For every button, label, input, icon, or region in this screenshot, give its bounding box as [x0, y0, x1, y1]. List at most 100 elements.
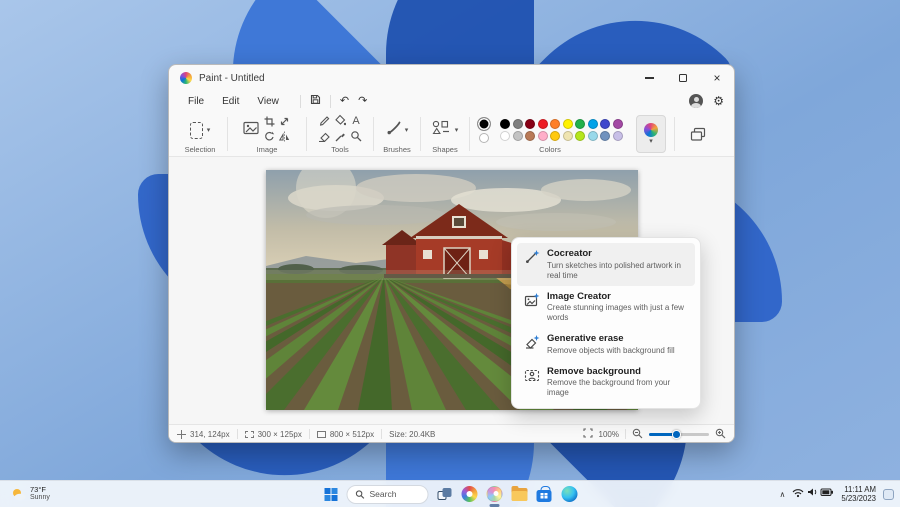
save-button[interactable] — [310, 94, 321, 108]
edge-icon — [561, 486, 577, 502]
shapes-group: ▾ Shapes — [425, 113, 465, 155]
copilot-dropdown-menu: Cocreator Turn sketches into polished ar… — [511, 237, 701, 409]
divider — [420, 117, 421, 151]
shapes-icon[interactable] — [432, 120, 451, 140]
color-swatch[interactable] — [612, 118, 623, 129]
color-swatch[interactable] — [575, 131, 586, 142]
divider — [299, 94, 301, 108]
color-swatch[interactable] — [575, 118, 586, 129]
folder-icon — [511, 485, 527, 501]
brushes-group: ▾ Brushes — [378, 113, 416, 155]
menu-view[interactable]: View — [248, 94, 288, 109]
paint-logo-icon — [180, 72, 192, 84]
color-swatch[interactable] — [537, 131, 548, 142]
color-swatch[interactable] — [612, 131, 623, 142]
color-swatch[interactable] — [500, 118, 511, 129]
zoom-out-button[interactable] — [632, 428, 643, 441]
brush-icon[interactable] — [386, 120, 401, 140]
color-swatch[interactable] — [587, 131, 598, 142]
weather-condition: Sunny — [30, 494, 50, 502]
fit-to-screen-icon[interactable] — [582, 428, 593, 440]
layers-button[interactable] — [685, 115, 711, 153]
divider — [236, 429, 238, 439]
close-button[interactable]: × — [700, 65, 734, 91]
menu-item-image-creator[interactable]: Image Creator Create stunning images wit… — [517, 286, 695, 329]
zoom-slider[interactable] — [649, 428, 709, 440]
microsoft-store-button[interactable] — [535, 485, 554, 504]
statusbar: 314, 124px 300 × 125px 800 × 512px Size:… — [169, 424, 734, 442]
color-swatch[interactable] — [600, 131, 611, 142]
color-swatch[interactable] — [512, 118, 523, 129]
zoom-in-button[interactable] — [715, 428, 726, 441]
selection-tool-icon[interactable] — [189, 121, 203, 139]
color-swatch[interactable] — [600, 118, 611, 129]
background-color-swatch[interactable] — [479, 133, 490, 143]
zoom-slider-thumb[interactable] — [672, 430, 681, 439]
selection-group: ▾ Selection — [177, 113, 223, 155]
titlebar[interactable]: Paint - Untitled × — [169, 65, 734, 91]
edge-browser-button[interactable] — [560, 485, 579, 504]
svg-text:A: A — [352, 115, 360, 126]
menu-edit[interactable]: Edit — [213, 94, 248, 109]
color-swatch[interactable] — [500, 131, 511, 142]
task-view-button[interactable] — [435, 485, 454, 504]
menu-item-cocreator[interactable]: Cocreator Turn sketches into polished ar… — [517, 243, 695, 286]
menu-item-title: Image Creator — [547, 290, 611, 302]
color-swatch[interactable] — [512, 131, 523, 142]
maximize-button[interactable] — [666, 65, 700, 91]
divider — [381, 429, 383, 439]
picture-icon[interactable] — [243, 121, 259, 140]
color-swatch[interactable] — [587, 118, 598, 129]
foreground-color-swatch[interactable] — [477, 117, 492, 131]
magnifier-tool-icon[interactable] — [350, 129, 362, 147]
clock-time: 11:11 AM — [844, 484, 876, 494]
menu-item-remove-background[interactable]: Remove background Remove the background … — [517, 361, 695, 404]
menu-file[interactable]: File — [179, 94, 213, 109]
remove-background-icon — [524, 367, 540, 383]
rotate-icon[interactable] — [264, 129, 275, 147]
copilot-icon — [644, 123, 658, 137]
color-swatch[interactable] — [537, 118, 548, 129]
paint-app-button[interactable] — [485, 485, 504, 507]
color-swatch[interactable] — [525, 118, 536, 129]
taskbar-clock[interactable]: 11:11 AM 5/23/2023 — [841, 485, 876, 504]
photos-icon — [461, 486, 477, 502]
cursor-position: 314, 124px — [177, 429, 230, 439]
ribbon: ▾ Selection Image A Tools ▾ Brushes ▾ Sh… — [169, 111, 734, 157]
divider — [308, 429, 310, 439]
color-swatch[interactable] — [562, 131, 573, 142]
minimize-button[interactable] — [632, 65, 666, 91]
chevron-down-icon[interactable]: ▾ — [455, 127, 459, 134]
copilot-button[interactable]: ▾ — [636, 115, 666, 153]
file-explorer-button[interactable] — [510, 485, 529, 504]
chevron-down-icon[interactable]: ▾ — [405, 127, 409, 134]
search-icon — [355, 489, 365, 499]
color-swatch[interactable] — [525, 131, 536, 142]
notification-center-button[interactable] — [883, 488, 894, 500]
photos-app-button[interactable] — [460, 485, 479, 504]
task-view-icon — [437, 488, 451, 500]
eraser-tool-icon[interactable] — [318, 129, 330, 147]
color-swatch[interactable] — [550, 118, 561, 129]
flip-icon[interactable] — [278, 129, 290, 147]
active-app-indicator — [489, 504, 499, 507]
tray-expand-chevron[interactable]: ∧ — [779, 490, 785, 499]
account-avatar[interactable] — [689, 94, 704, 108]
color-swatch[interactable] — [562, 118, 573, 129]
colors-group: Colors — [474, 113, 626, 155]
chevron-down-icon[interactable]: ▾ — [207, 127, 211, 134]
start-button[interactable] — [322, 485, 341, 504]
menu-item-title: Generative erase — [547, 333, 624, 344]
battery-icon — [820, 488, 834, 496]
color-swatch[interactable] — [550, 131, 561, 142]
search-box[interactable]: Search — [346, 484, 429, 504]
tray-system-icons[interactable] — [792, 485, 834, 503]
undo-button[interactable]: ↶ — [340, 95, 349, 107]
menu-item-generative-erase[interactable]: Generative erase Remove objects with bac… — [517, 328, 695, 361]
menu-item-desc: Remove objects with background fill — [547, 345, 675, 355]
redo-button[interactable]: ↷ — [358, 95, 367, 107]
divider — [306, 117, 307, 151]
settings-gear-icon[interactable]: ⚙ — [713, 95, 724, 107]
weather-widget[interactable]: 73°F Sunny — [6, 481, 55, 507]
divider — [329, 94, 331, 108]
